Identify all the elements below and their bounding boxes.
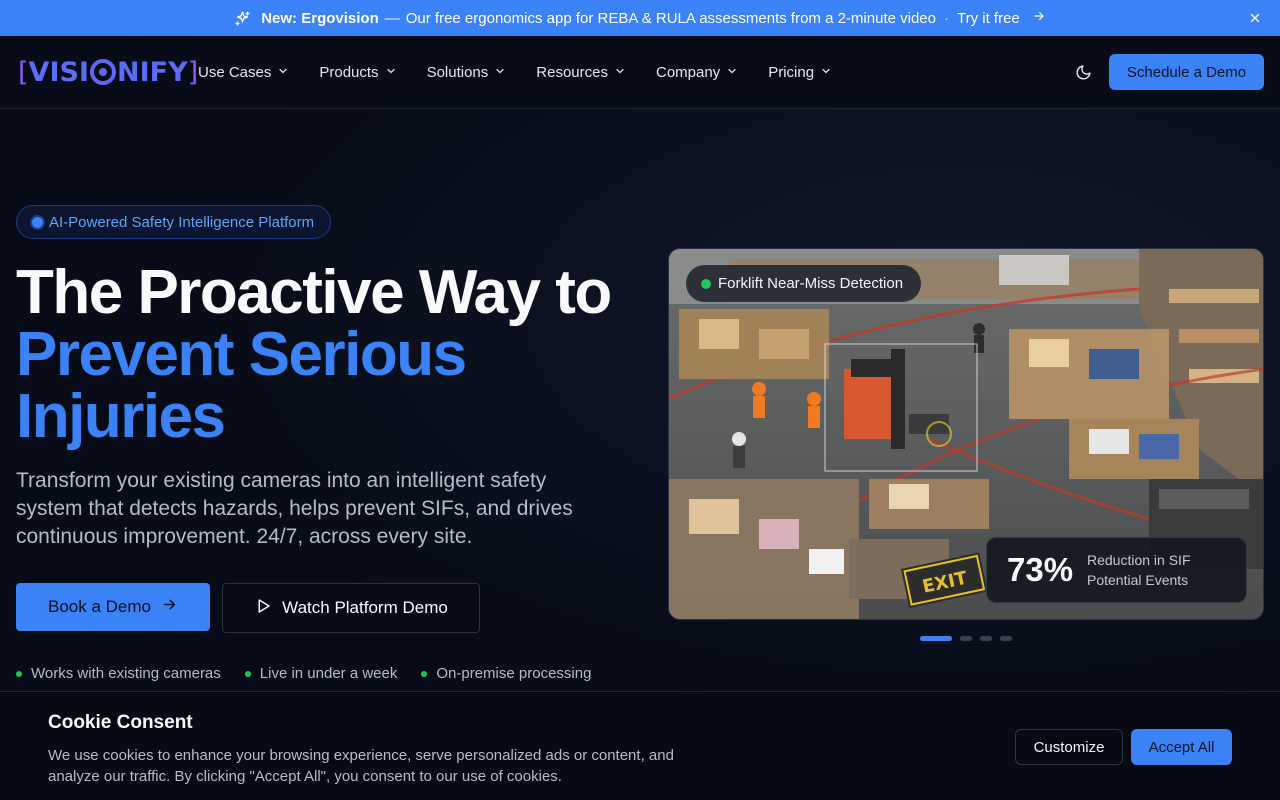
sparkle-icon xyxy=(234,10,251,27)
menu-products[interactable]: Products xyxy=(319,64,396,81)
pill-label: AI-Powered Safety Intelligence Platform xyxy=(49,213,315,231)
menu-resources[interactable]: Resources xyxy=(536,64,626,81)
book-demo-button[interactable]: Book a Demo xyxy=(16,583,210,631)
main-menu: Use Cases Products Solutions Resources C… xyxy=(198,36,862,108)
play-icon xyxy=(254,597,272,620)
hero-title-line1: The Proactive Way to xyxy=(16,258,612,327)
book-demo-label: Book a Demo xyxy=(48,597,151,616)
announcement-bar: New: Ergovision — Our free ergonomics ap… xyxy=(0,0,1280,36)
cookie-consent-banner: Cookie Consent We use cookies to enhance… xyxy=(0,691,1280,800)
chevron-down-icon xyxy=(277,64,289,81)
platform-pill: AI-Powered Safety Intelligence Platform xyxy=(16,205,332,239)
carousel-dot-3[interactable] xyxy=(980,636,992,641)
menu-pricing[interactable]: Pricing xyxy=(768,64,832,81)
stat-label: Reduction in SIF Potential Events xyxy=(1087,552,1191,588)
pill-dot xyxy=(32,217,43,228)
feature-label: Works with existing cameras xyxy=(31,665,221,682)
check-dot-icon xyxy=(16,670,22,677)
hero-title-accent: Prevent Serious Injuries xyxy=(16,320,467,451)
menu-label: Pricing xyxy=(768,63,815,81)
menu-label: Company xyxy=(655,63,721,81)
arrow-right-icon xyxy=(161,596,178,618)
accept-all-button[interactable]: Accept All xyxy=(1131,729,1232,765)
feature-label: On-premise processing xyxy=(436,665,592,682)
announcement-message: Our free ergonomics app for REBA & RULA … xyxy=(405,9,936,27)
menu-label: Resources xyxy=(536,63,608,81)
chevron-down-icon xyxy=(494,64,506,81)
feature-label: Live in under a week xyxy=(259,665,398,682)
logo-right-bracket: ] xyxy=(187,56,199,88)
moon-icon[interactable] xyxy=(1072,61,1094,83)
detection-tag-label: Forklift Near-Miss Detection xyxy=(718,275,904,292)
hero-subtitle: Transform your existing cameras into an … xyxy=(16,469,573,548)
feature-item: Works with existing cameras xyxy=(16,665,221,682)
check-dot-icon xyxy=(421,670,428,677)
stat-value: 73% xyxy=(1007,551,1074,588)
logo-eye-icon xyxy=(89,59,116,85)
menu-label: Solutions xyxy=(426,63,489,81)
close-icon[interactable] xyxy=(1246,9,1264,27)
try-it-free-link[interactable]: Try it free xyxy=(957,9,1046,27)
hero-title: The Proactive Way to Prevent Serious Inj… xyxy=(16,262,656,448)
cookie-title: Cookie Consent xyxy=(48,712,193,733)
try-it-free-label: Try it free xyxy=(956,9,1020,27)
stat-card: 73% Reduction in SIF Potential Events xyxy=(986,537,1247,603)
watch-demo-button[interactable]: Watch Platform Demo xyxy=(222,583,480,633)
chevron-down-icon xyxy=(726,64,738,81)
watch-demo-label: Watch Platform Demo xyxy=(282,598,448,617)
carousel-dots xyxy=(920,636,1012,641)
carousel-dot-1[interactable] xyxy=(920,636,952,641)
detection-tag: Forklift Near-Miss Detection xyxy=(686,265,922,302)
cookie-description: We use cookies to enhance your browsing … xyxy=(48,747,674,785)
logo-part1: VISI xyxy=(28,56,89,88)
announcement-badge: New: Ergovision xyxy=(261,9,379,27)
announcement-separator: — xyxy=(384,9,400,27)
logo-part2: NIFY xyxy=(116,56,188,88)
menu-use-cases[interactable]: Use Cases xyxy=(198,64,289,81)
menu-label: Products xyxy=(319,63,379,81)
menu-solutions[interactable]: Solutions xyxy=(427,64,507,81)
live-status-dot xyxy=(701,279,711,289)
visionify-logo[interactable]: [ VISI NIFY ] xyxy=(18,56,198,88)
logo-left-bracket: [ xyxy=(18,56,29,88)
schedule-demo-button[interactable]: Schedule a Demo xyxy=(1109,54,1264,90)
customize-button[interactable]: Customize xyxy=(1015,729,1123,765)
arrow-right-icon xyxy=(1032,9,1046,27)
announcement-dot: · xyxy=(943,9,949,27)
chevron-down-icon xyxy=(385,64,397,81)
carousel-dot-4[interactable] xyxy=(1000,636,1012,641)
chevron-down-icon xyxy=(614,64,626,81)
carousel-dot-2[interactable] xyxy=(960,636,972,641)
menu-label: Use Cases xyxy=(198,63,272,81)
feature-item: Live in under a week xyxy=(244,665,398,682)
top-navigation: [ VISI NIFY ] Use Cases Products Solutio… xyxy=(0,36,1280,109)
chevron-down-icon xyxy=(820,64,832,81)
feature-item: On-premise processing xyxy=(421,665,591,682)
feature-list: Works with existing cameras Live in unde… xyxy=(16,665,591,682)
check-dot-icon xyxy=(244,670,251,677)
menu-company[interactable]: Company xyxy=(656,64,738,81)
